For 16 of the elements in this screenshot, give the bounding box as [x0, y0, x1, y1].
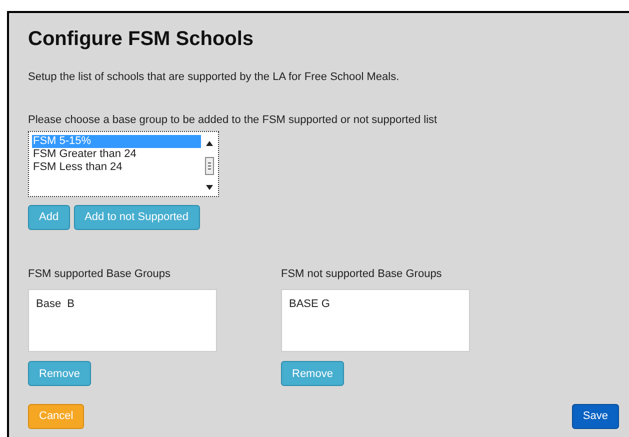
listbox-option[interactable]: FSM Greater than 24: [32, 148, 201, 161]
scroll-thumb-icon[interactable]: [205, 156, 214, 174]
list-item[interactable]: Base B: [36, 296, 209, 312]
base-group-list[interactable]: BASE G: [281, 288, 470, 352]
page-title: Configure FSM Schools: [28, 27, 255, 51]
save-button[interactable]: Save: [572, 404, 619, 429]
base-group-listbox[interactable]: FSM 5-15% FSM Greater than 24 FSM Less than 24: [28, 131, 219, 197]
prompt-text: Please choose a base group to be added to the FSM supported or not supported list: [28, 112, 438, 128]
list-item[interactable]: BASE G: [289, 296, 462, 312]
scroll-down-icon[interactable]: [206, 185, 213, 190]
scroll-up-icon[interactable]: [206, 141, 213, 146]
list-heading: FSM not supported Base Groups: [281, 267, 443, 282]
description-text: Setup the list of schools that are supported by the LA for Free School Meals.: [28, 70, 400, 85]
base-group-list[interactable]: Base B: [28, 288, 217, 352]
listbox-option[interactable]: FSM Less than 24: [32, 161, 201, 174]
list-heading: FSM supported Base Groups: [28, 267, 172, 282]
